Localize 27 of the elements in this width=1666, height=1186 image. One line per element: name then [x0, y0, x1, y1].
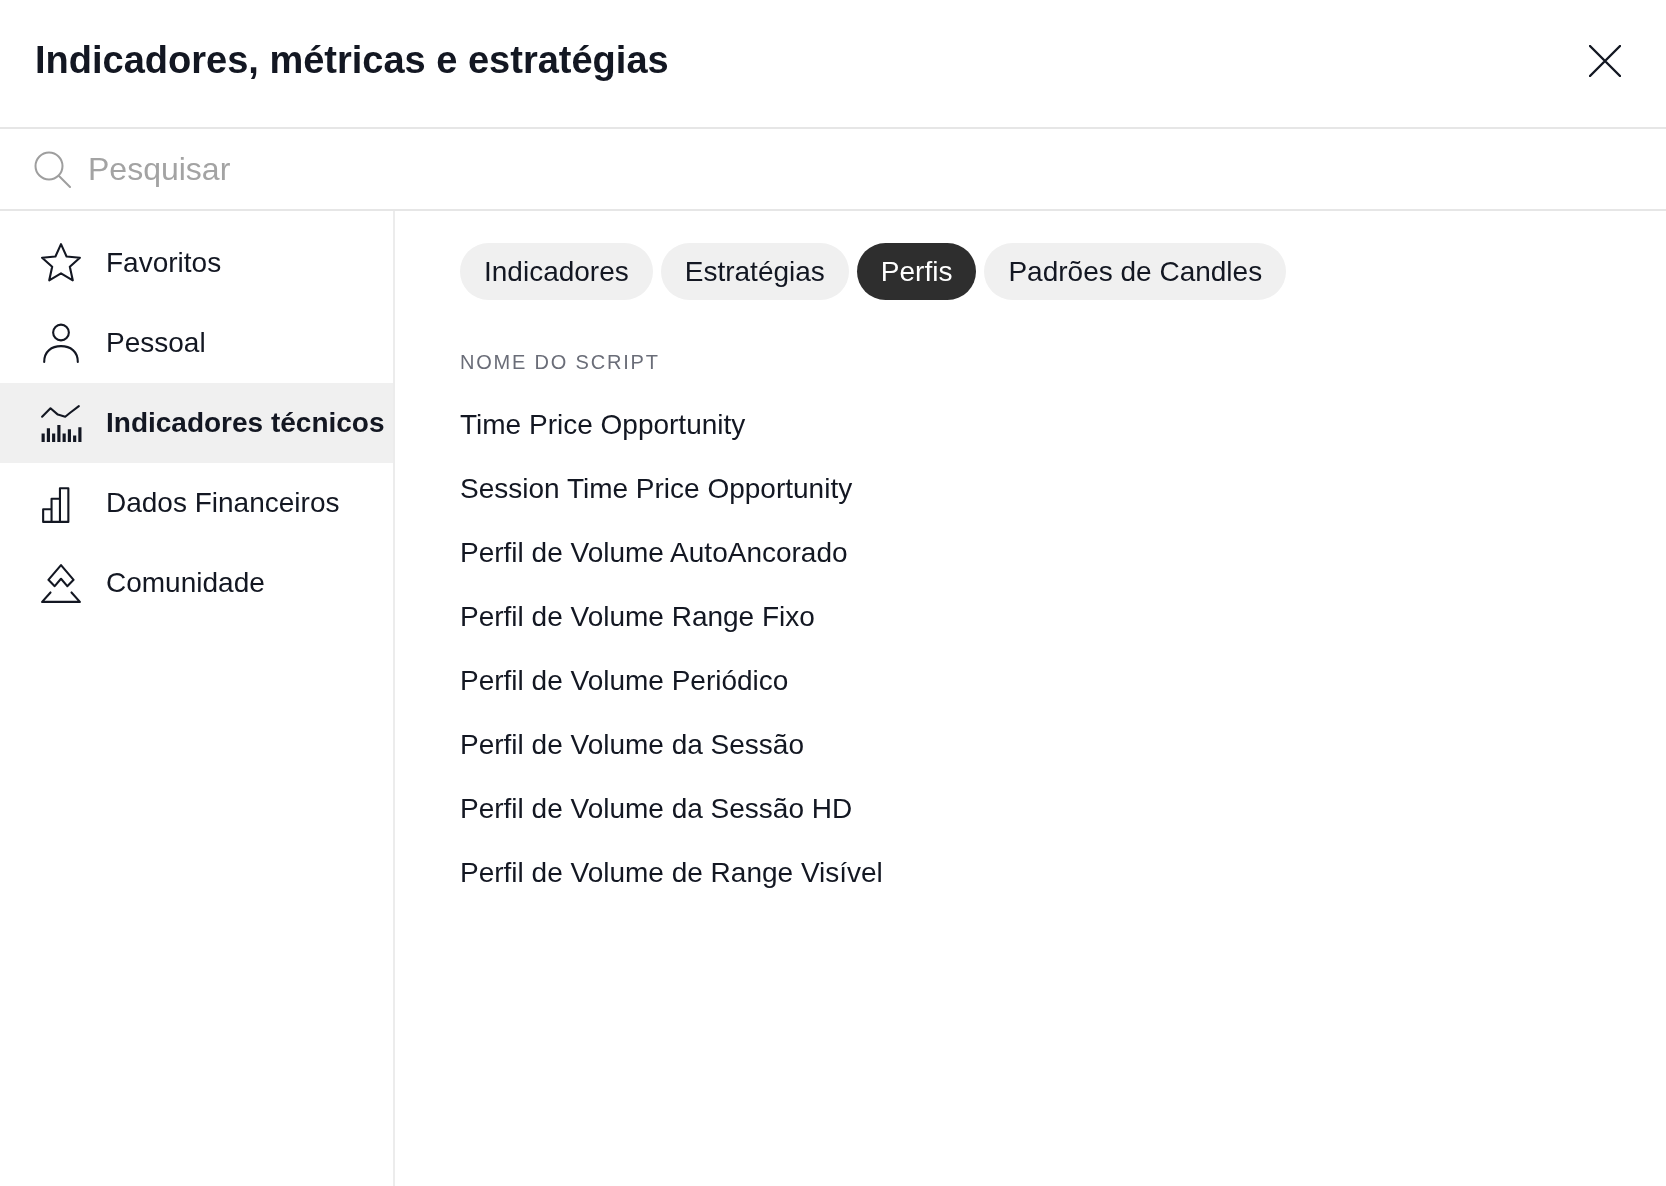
star-icon — [40, 242, 82, 284]
script-item[interactable]: Perfil de Volume Range Fixo — [460, 596, 815, 638]
mountain-icon — [40, 562, 82, 604]
dialog-title: Indicadores, métricas e estratégias — [35, 37, 669, 83]
script-item[interactable]: Time Price Opportunity — [460, 404, 746, 446]
filter-tab[interactable]: Padrões de Candles — [984, 243, 1287, 300]
script-item[interactable]: Perfil de Volume AutoAncorado — [460, 532, 848, 574]
filter-tab[interactable]: Indicadores — [460, 243, 653, 300]
search-icon — [34, 150, 71, 188]
filter-tab[interactable]: Estratégias — [660, 243, 849, 300]
sidebar-item[interactable]: Indicadores técnicos — [0, 383, 393, 463]
sidebar-item[interactable]: Dados Financeiros — [0, 463, 393, 543]
script-item[interactable]: Perfil de Volume de Range Visível — [460, 852, 883, 894]
sidebar-item[interactable]: Comunidade — [0, 543, 393, 623]
script-item[interactable]: Perfil de Volume da Sessão HD — [460, 788, 853, 830]
script-item[interactable]: Perfil de Volume Periódico — [460, 660, 789, 702]
column-header: NOME DO SCRIPT — [460, 350, 661, 375]
close-icon — [1589, 44, 1621, 77]
chart-icon — [40, 402, 82, 444]
search-field[interactable]: Pesquisar — [88, 139, 1646, 199]
person-icon — [40, 322, 82, 364]
close-button[interactable] — [1588, 43, 1622, 78]
script-item[interactable]: Perfil de Volume da Sessão — [460, 724, 804, 766]
sidebar-item[interactable]: Favoritos — [0, 223, 393, 303]
filter-tab[interactable]: Perfis — [856, 243, 977, 300]
script-item[interactable]: Session Time Price Opportunity — [460, 468, 853, 510]
sidebar-item[interactable]: Pessoal — [0, 303, 393, 383]
